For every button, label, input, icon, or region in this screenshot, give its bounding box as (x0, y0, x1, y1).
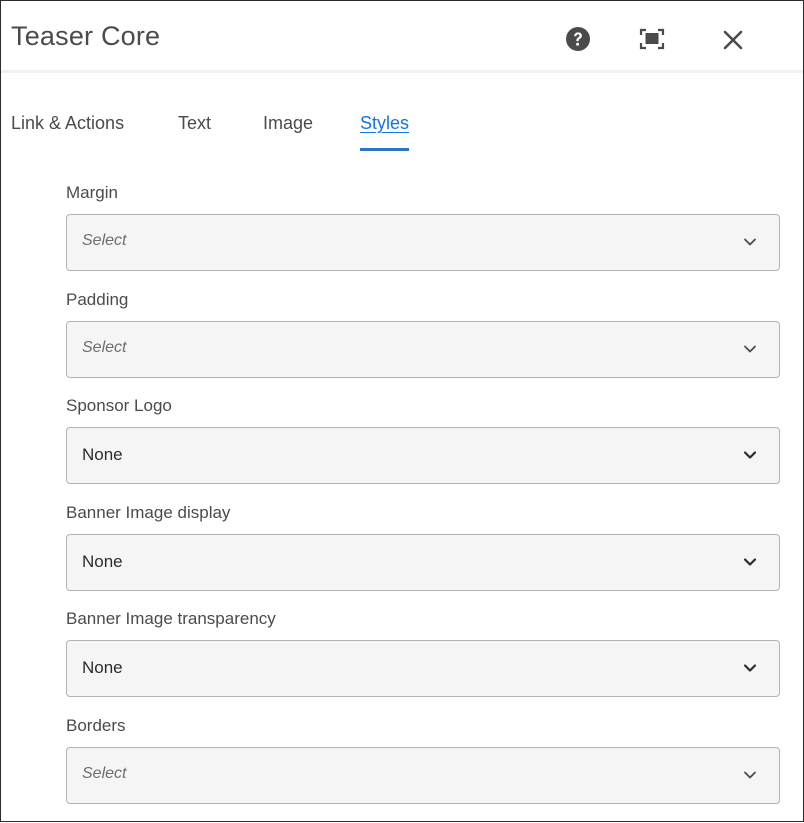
field-label: Borders (66, 715, 126, 735)
chevron-down-icon (743, 558, 757, 566)
teaser-core-dialog: Teaser Core Link & Actions Text Image St… (0, 0, 804, 822)
select-value: Select (82, 232, 127, 249)
fullscreen-icon (639, 28, 665, 50)
close-icon (723, 30, 743, 50)
field-label: Banner Image transparency (66, 609, 276, 629)
help-button[interactable] (562, 23, 594, 55)
select-value: None (82, 551, 123, 571)
field-banner-image-transparency: Banner Image transparency None (66, 609, 780, 716)
padding-select[interactable]: Select (66, 320, 780, 378)
field-label: Sponsor Logo (66, 396, 172, 416)
field-padding: Padding Select (66, 290, 780, 397)
banner-image-display-select[interactable]: None (66, 533, 780, 591)
chevron-down-icon (744, 345, 756, 352)
field-label: Margin (66, 183, 118, 202)
help-icon (566, 27, 590, 51)
chevron-down-icon (744, 238, 756, 246)
sponsor-logo-select[interactable]: None (66, 427, 780, 485)
margin-select[interactable]: Select (66, 214, 780, 271)
field-label: Banner Image display (66, 502, 231, 522)
select-value: None (82, 658, 123, 678)
tab-link-actions[interactable]: Link & Actions (11, 109, 124, 151)
field-sponsor-logo: Sponsor Logo None (66, 396, 780, 503)
tab-image[interactable]: Image (263, 109, 313, 151)
field-margin: Margin Select (66, 183, 780, 290)
tab-styles[interactable]: Styles (360, 109, 410, 151)
chevron-down-icon (744, 771, 756, 779)
styles-form: Margin Select Padding Select Sponsor Log… (66, 183, 780, 823)
chevron-down-icon (743, 664, 757, 672)
field-label: Padding (66, 289, 129, 309)
field-borders: Borders Select (66, 716, 780, 823)
banner-image-transparency-select[interactable]: None (66, 640, 780, 698)
select-value: None (82, 445, 123, 465)
select-value: Select (82, 338, 127, 356)
dialog-header: Teaser Core (1, 1, 803, 73)
dialog-title: Teaser Core (11, 21, 161, 51)
field-banner-image-display: Banner Image display None (66, 503, 780, 610)
close-button[interactable] (717, 23, 749, 55)
borders-select[interactable]: Select (66, 746, 780, 804)
select-value: Select (82, 764, 127, 782)
chevron-down-icon (743, 451, 757, 459)
fullscreen-button[interactable] (636, 23, 668, 55)
tab-text[interactable]: Text (178, 109, 211, 151)
